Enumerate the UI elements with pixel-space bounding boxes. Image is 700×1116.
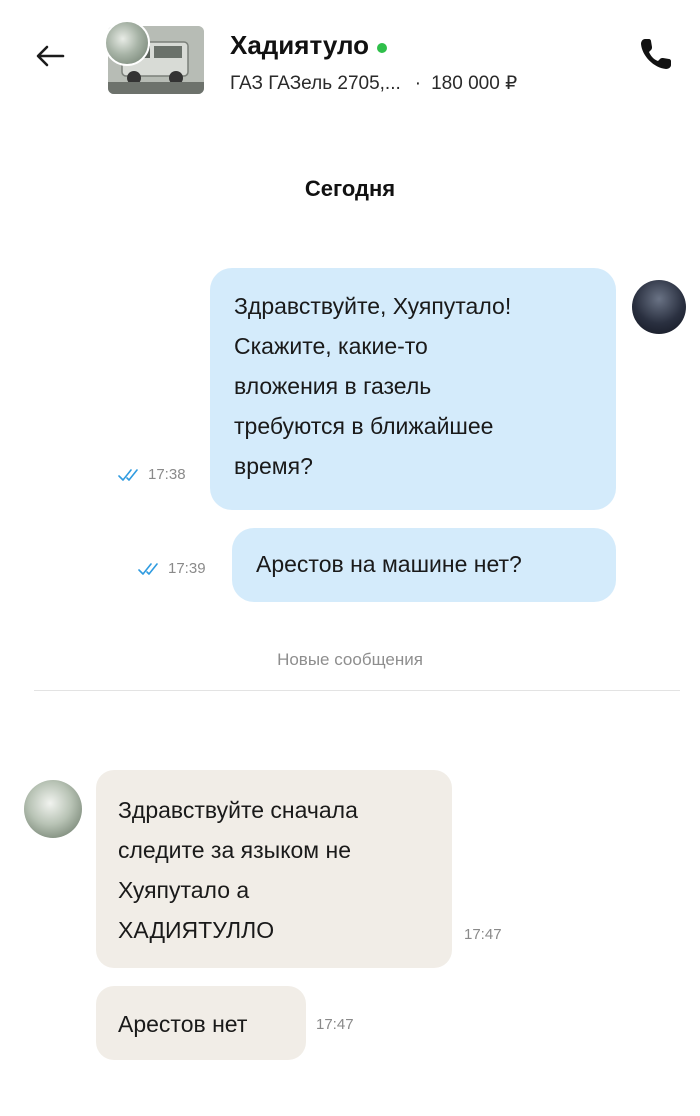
chat-header: Хадиятуло ГАЗ ГАЗель 2705,... · 180 000 ₽ [0,0,700,110]
call-button[interactable] [636,34,676,74]
message-line: время? [234,453,313,479]
message-line: следите за языком не [118,837,351,863]
listing-summary[interactable]: ГАЗ ГАЗель 2705,... · 180 000 ₽ [230,72,517,95]
message-time: 17:39 [168,560,206,577]
online-indicator [377,42,388,53]
listing-title: ГАЗ ГАЗель 2705,... [230,73,401,94]
incoming-message[interactable]: Арестов нет [96,986,306,1060]
contact-name[interactable]: Хадиятуло [230,30,388,61]
message-text: Арестов на машине нет? [256,551,522,577]
message-line: Хуяпутало а [118,877,250,903]
message-text: Здравствуйте, Хуяпутало! Скажите, какие-… [234,286,604,486]
arrow-left-icon [36,45,65,67]
message-meta: 17:39 [138,560,206,577]
my-avatar [632,280,686,334]
message-time: 17:47 [316,1016,354,1033]
message-line: Здравствуйте сначала [118,797,358,823]
message-time: 17:38 [148,466,186,483]
separator: · [414,73,422,94]
phone-icon [641,39,671,69]
new-messages-label: Новые сообщения [277,650,423,669]
seller-avatar-small [104,20,150,66]
back-button[interactable] [28,34,72,78]
message-line: вложения в газель [234,373,432,399]
outgoing-message[interactable]: Здравствуйте, Хуяпутало! Скажите, какие-… [210,268,616,510]
incoming-message[interactable]: Здравствуйте сначала следите за языком н… [96,770,452,968]
message-line: ХАДИЯТУЛЛО [118,917,275,943]
day-separator: Сегодня [304,176,396,201]
outgoing-message[interactable]: Арестов на машине нет? [232,528,616,602]
message-line: Скажите, какие-то [234,333,428,359]
double-check-icon [118,468,138,481]
double-check-icon [138,562,158,575]
message-line: Здравствуйте, Хуяпутало! [234,293,512,319]
contact-avatar[interactable] [24,780,82,838]
new-messages-divider [34,690,680,691]
message-line: требуются в ближайшее [234,413,494,439]
message-meta: 17:38 [118,466,186,483]
contact-name-text: Хадиятуло [230,30,370,60]
listing-price: 180 000 ₽ [431,73,518,94]
message-text: Арестов нет [118,1011,248,1037]
message-text: Здравствуйте сначала следите за языком н… [118,790,438,950]
message-time: 17:47 [464,926,502,943]
